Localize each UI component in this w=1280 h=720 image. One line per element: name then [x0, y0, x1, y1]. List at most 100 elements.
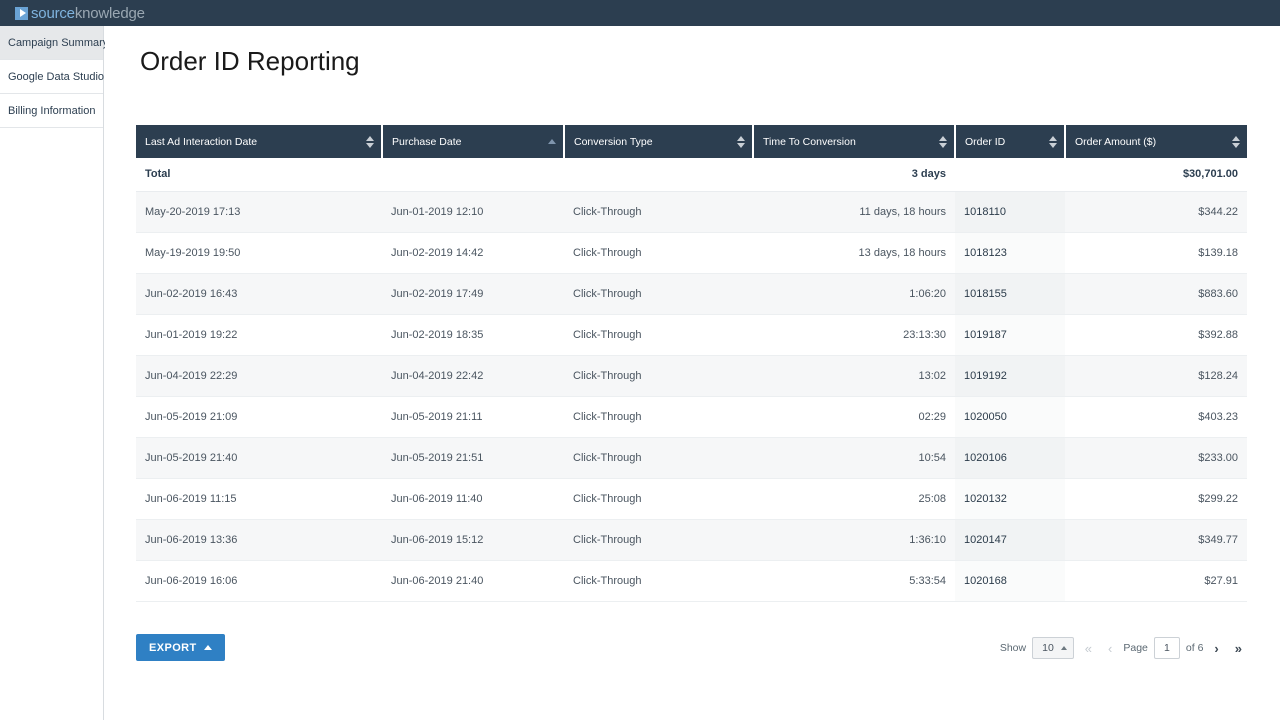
page-number-input[interactable] — [1153, 637, 1180, 659]
cell-purchase-date: Jun-02-2019 18:35 — [382, 314, 564, 356]
cell-purchase-date: Jun-06-2019 11:40 — [382, 478, 564, 520]
cell-order-id: 1018155 — [955, 273, 1065, 315]
total-order-id — [955, 158, 1065, 192]
cell-purchase-date: Jun-04-2019 22:42 — [382, 355, 564, 397]
cell-purchase-date: Jun-02-2019 14:42 — [382, 232, 564, 274]
cell-order-id: 1020147 — [955, 519, 1065, 561]
chevron-up-icon — [1060, 646, 1067, 650]
column-header-conversion-type[interactable]: Conversion Type — [564, 125, 754, 158]
top-bar: sourceknowledge — [0, 0, 1280, 26]
cell-time-to-conversion: 1:36:10 — [753, 519, 955, 561]
table-row[interactable]: Jun-06-2019 16:06 Jun-06-2019 21:40 Clic… — [136, 560, 1247, 602]
table-row[interactable]: Jun-02-2019 16:43 Jun-02-2019 17:49 Clic… — [136, 273, 1247, 315]
first-page-button[interactable]: « — [1080, 642, 1097, 655]
cell-order-amount: $344.22 — [1065, 191, 1247, 233]
cell-order-amount: $299.22 — [1065, 478, 1247, 520]
order-id-report-table: Last Ad Interaction Date Purchase Date C… — [136, 125, 1247, 602]
cell-time-to-conversion: 25:08 — [753, 478, 955, 520]
sidebar-item-campaign-summary[interactable]: Campaign Summary — [0, 26, 108, 60]
column-header-order-id[interactable]: Order ID — [955, 125, 1066, 158]
cell-order-amount: $883.60 — [1065, 273, 1247, 315]
cell-order-id: 1020106 — [955, 437, 1065, 479]
table-row[interactable]: Jun-05-2019 21:09 Jun-05-2019 21:11 Clic… — [136, 396, 1247, 438]
page-title: Order ID Reporting — [140, 46, 360, 76]
cell-last-ad-interaction-date: Jun-02-2019 16:43 — [136, 273, 382, 315]
cell-conversion-type: Click-Through — [564, 478, 753, 520]
cell-last-ad-interaction-date: May-19-2019 19:50 — [136, 232, 382, 274]
export-button[interactable]: EXPORT — [136, 634, 225, 661]
play-icon — [15, 6, 28, 20]
column-header-label: Time To Conversion — [763, 135, 856, 148]
cell-purchase-date: Jun-01-2019 12:10 — [382, 191, 564, 233]
sidebar-item-billing-information[interactable]: Billing Information — [0, 94, 103, 128]
table-row[interactable]: Jun-04-2019 22:29 Jun-04-2019 22:42 Clic… — [136, 355, 1247, 397]
next-page-button[interactable]: › — [1209, 642, 1223, 655]
cell-conversion-type: Click-Through — [564, 519, 753, 561]
cell-time-to-conversion: 10:54 — [753, 437, 955, 479]
column-header-purchase-date[interactable]: Purchase Date — [382, 125, 565, 158]
cell-order-id: 1020132 — [955, 478, 1065, 520]
previous-page-button[interactable]: ‹ — [1103, 642, 1117, 655]
total-pages-label: of 6 — [1185, 642, 1204, 654]
sidebar-item-label: Campaign Summary — [8, 36, 109, 49]
cell-purchase-date: Jun-05-2019 21:51 — [382, 437, 564, 479]
column-header-label: Conversion Type — [574, 135, 653, 148]
page-size-value: 10 — [1042, 642, 1054, 654]
column-header-label: Purchase Date — [392, 135, 462, 148]
table-row[interactable]: May-19-2019 19:50 Jun-02-2019 14:42 Clic… — [136, 232, 1247, 274]
sort-icon[interactable] — [1232, 135, 1240, 149]
cell-time-to-conversion: 23:13:30 — [753, 314, 955, 356]
order-id-report-table-wrapper: Last Ad Interaction Date Purchase Date C… — [136, 125, 1247, 602]
cell-order-id: 1019192 — [955, 355, 1065, 397]
cell-order-amount: $349.77 — [1065, 519, 1247, 561]
cell-last-ad-interaction-date: May-20-2019 17:13 — [136, 191, 382, 233]
cell-time-to-conversion: 13:02 — [753, 355, 955, 397]
total-label: Total — [136, 158, 382, 192]
cell-order-amount: $128.24 — [1065, 355, 1247, 397]
brand-name-part-1: source — [31, 4, 75, 22]
sort-ascending-icon[interactable] — [548, 135, 556, 149]
chevron-up-icon — [203, 645, 212, 650]
cell-conversion-type: Click-Through — [564, 232, 753, 274]
cell-last-ad-interaction-date: Jun-05-2019 21:09 — [136, 396, 382, 438]
column-header-time-to-conversion[interactable]: Time To Conversion — [753, 125, 956, 158]
cell-purchase-date: Jun-05-2019 21:11 — [382, 396, 564, 438]
sort-icon[interactable] — [366, 135, 374, 149]
table-row[interactable]: Jun-06-2019 11:15 Jun-06-2019 11:40 Clic… — [136, 478, 1247, 520]
total-purchase-date — [382, 158, 564, 192]
table-row[interactable]: May-20-2019 17:13 Jun-01-2019 12:10 Clic… — [136, 191, 1247, 233]
sort-icon[interactable] — [737, 135, 745, 149]
cell-purchase-date: Jun-02-2019 17:49 — [382, 273, 564, 315]
total-time-to-conversion: 3 days — [753, 158, 955, 192]
cell-order-id: 1018110 — [955, 191, 1065, 233]
table-row[interactable]: Jun-05-2019 21:40 Jun-05-2019 21:51 Clic… — [136, 437, 1247, 479]
table-row[interactable]: Jun-01-2019 19:22 Jun-02-2019 18:35 Clic… — [136, 314, 1247, 356]
sidebar: Campaign Summary Google Data Studio Bill… — [0, 26, 108, 720]
brand-logo[interactable]: sourceknowledge — [15, 5, 145, 22]
table-header-row: Last Ad Interaction Date Purchase Date C… — [136, 125, 1247, 158]
export-button-label: EXPORT — [149, 641, 197, 654]
total-order-amount: $30,701.00 — [1065, 158, 1247, 192]
cell-last-ad-interaction-date: Jun-01-2019 19:22 — [136, 314, 382, 356]
brand-name: sourceknowledge — [31, 5, 145, 22]
cell-purchase-date: Jun-06-2019 21:40 — [382, 560, 564, 602]
cell-last-ad-interaction-date: Jun-05-2019 21:40 — [136, 437, 382, 479]
cell-conversion-type: Click-Through — [564, 191, 753, 233]
cell-order-amount: $403.23 — [1065, 396, 1247, 438]
cell-conversion-type: Click-Through — [564, 314, 753, 356]
table-row[interactable]: Jun-06-2019 13:36 Jun-06-2019 15:12 Clic… — [136, 519, 1247, 561]
cell-time-to-conversion: 1:06:20 — [753, 273, 955, 315]
sort-icon[interactable] — [939, 135, 947, 149]
sidebar-item-google-data-studio[interactable]: Google Data Studio — [0, 60, 104, 94]
column-header-order-amount[interactable]: Order Amount ($) — [1065, 125, 1247, 158]
page-size-select[interactable]: 10 — [1032, 637, 1074, 659]
cell-order-id: 1019187 — [955, 314, 1065, 356]
sort-icon[interactable] — [1049, 135, 1057, 149]
column-header-last-ad-interaction-date[interactable]: Last Ad Interaction Date — [136, 125, 383, 158]
cell-time-to-conversion: 13 days, 18 hours — [753, 232, 955, 274]
table-footer: EXPORT Show 10 « ‹ Page of 6 › » — [136, 631, 1247, 665]
last-page-button[interactable]: » — [1230, 642, 1247, 655]
pagination-controls: Show 10 « ‹ Page of 6 › » — [1000, 631, 1247, 665]
cell-time-to-conversion: 11 days, 18 hours — [753, 191, 955, 233]
cell-order-id: 1018123 — [955, 232, 1065, 274]
